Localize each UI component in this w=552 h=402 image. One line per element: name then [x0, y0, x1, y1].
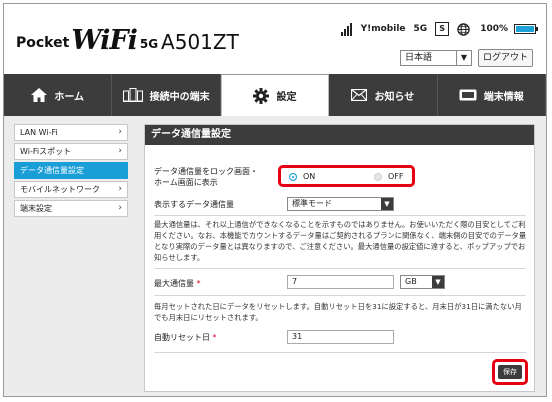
auto-reset-label: 自動リセット日 * [154, 332, 217, 343]
sidebar-item-mobile-network[interactable]: モバイルネットワーク › [14, 181, 128, 198]
carrier-name: Y!mobile [360, 24, 406, 34]
unit-value: GB [405, 277, 417, 286]
sidebar-item-label: Wi-Fiスポット [20, 147, 72, 156]
nav-device-info[interactable]: 端末情報 [438, 74, 546, 116]
display-data-label: 表示するデータ通信量 [154, 200, 234, 209]
display-mode-select[interactable]: 標準モード ▼ [287, 197, 394, 211]
settings-panel: データ通信量設定 データ通信量をロック画面・ ホーム画面に表示 ON OFF 表… [144, 124, 535, 392]
chevron-down-icon: ▼ [432, 276, 444, 288]
status-bar: Y!mobile 5G S 100% [340, 18, 538, 40]
sidebar-item-label: データ通信量設定 [20, 166, 84, 175]
radio-on[interactable]: ON [289, 172, 315, 181]
save-button-highlight: 保存 [492, 359, 528, 385]
max-usage-label-text: 最大通信量 [154, 279, 194, 288]
chevron-down-icon: ▼ [381, 198, 393, 210]
chevron-right-icon: › [118, 184, 122, 194]
app-window: Pocket WiFi 5G A501ZT Y!mobile 5G S 100% [3, 3, 547, 397]
chevron-right-icon: › [118, 146, 122, 156]
radio-selected-icon [289, 172, 297, 181]
nav-label: ホーム [54, 91, 85, 103]
sidebar-item-label: 端末設定 [20, 204, 52, 213]
nav-devices[interactable]: 接続中の端末 [112, 74, 221, 116]
chevron-down-icon: ▼ [456, 51, 471, 65]
signal-strength-icon [340, 22, 353, 36]
divider [154, 215, 526, 216]
chevron-right-icon: › [118, 127, 122, 137]
auto-reset-label-text: 自動リセット日 [154, 333, 210, 342]
reset-notice-text: 毎月セットされた日にデータをリセットします。自動リセット日を31に設定すると、月… [154, 302, 522, 322]
required-mark: * [212, 333, 217, 342]
chevron-right-icon: › [118, 203, 122, 213]
battery-icon [514, 24, 538, 34]
nav-settings[interactable]: 設定 [220, 74, 330, 116]
lock-display-label-line2: ホーム画面に表示 [154, 178, 218, 187]
notice-text: 最大通信量は、それ以上通信ができなくなることを示すものではありません。お使いいた… [154, 220, 527, 262]
radio-on-label: ON [303, 172, 316, 181]
nav-notices[interactable]: お知らせ [329, 74, 438, 116]
sidebar-item-lan-wifi[interactable]: LAN Wi-Fi › [14, 124, 128, 141]
display-mode-value: 標準モード [292, 199, 332, 208]
logo-5g: 5G [139, 37, 159, 51]
model-name: A501ZT [161, 30, 239, 54]
language-value: 日本語 [405, 53, 433, 63]
device-info-icon [459, 89, 477, 101]
mail-icon [351, 89, 368, 101]
nav-label: 端末情報 [483, 91, 524, 103]
home-icon [31, 88, 48, 102]
save-button[interactable]: 保存 [498, 365, 522, 379]
sim-icon: S [435, 22, 450, 36]
auto-reset-day-input[interactable]: 31 [287, 330, 394, 344]
sidebar-item-label: LAN Wi-Fi [20, 128, 58, 137]
page-title: データ通信量設定 [145, 125, 534, 145]
globe-icon [457, 22, 470, 36]
nav-label: 接続中の端末 [149, 91, 210, 103]
battery-percent: 100% [480, 24, 508, 34]
radio-unselected-icon [374, 172, 382, 181]
brand-logo: Pocket WiFi 5G A501ZT [16, 24, 239, 54]
sidebar: LAN Wi-Fi › Wi-Fiスポット › データ通信量設定 モバイルネット… [14, 124, 128, 219]
nav-label: お知らせ [374, 91, 415, 103]
sidebar-item-data-usage[interactable]: データ通信量設定 [14, 162, 128, 179]
language-select[interactable]: 日本語 ▼ [400, 50, 472, 66]
radio-off-label: OFF [388, 172, 404, 181]
divider [154, 352, 526, 353]
header: Pocket WiFi 5G A501ZT Y!mobile 5G S 100% [4, 4, 546, 74]
nav-home[interactable]: ホーム [4, 74, 113, 116]
radio-off[interactable]: OFF [374, 172, 404, 181]
devices-icon [122, 88, 143, 102]
sidebar-item-label: モバイルネットワーク [20, 185, 100, 194]
nav-label: 設定 [276, 92, 297, 103]
logo-wifi: WiFi [71, 25, 138, 56]
unit-select[interactable]: GB ▼ [400, 275, 445, 289]
divider [154, 295, 526, 296]
network-type: 5G [413, 24, 428, 34]
max-usage-input[interactable]: 7 [287, 275, 394, 289]
lock-display-label: データ通信量をロック画面・ ホーム画面に表示 [154, 166, 258, 188]
lock-display-label-line1: データ通信量をロック画面・ [154, 167, 258, 176]
sidebar-item-wifi-spot[interactable]: Wi-Fiスポット › [14, 143, 128, 160]
max-usage-label: 最大通信量 * [154, 278, 201, 289]
logo-pocket: Pocket [16, 35, 70, 51]
divider [154, 268, 526, 269]
gear-icon [253, 87, 270, 104]
main-nav: ホーム 接続中の端末 設定 お知らせ 端末情報 [4, 74, 546, 116]
required-mark: * [196, 279, 201, 288]
sidebar-item-device-settings[interactable]: 端末設定 › [14, 200, 128, 217]
logout-button[interactable]: ログアウト [478, 49, 533, 67]
